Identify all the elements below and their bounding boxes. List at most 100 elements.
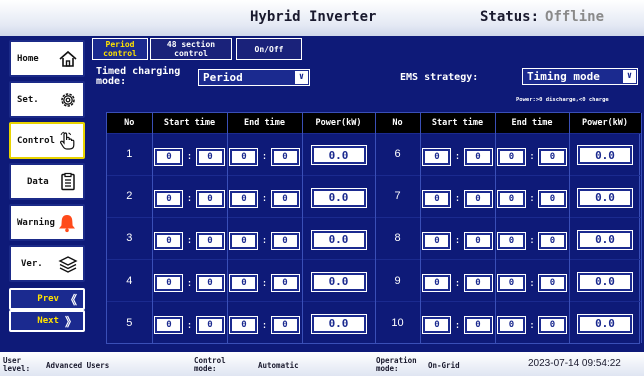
- start-minute-input[interactable]: 0: [463, 316, 493, 335]
- operation-mode-label-line2: mode:: [376, 364, 399, 373]
- power-sign-hint: Power:>0 discharge,<0 charge: [516, 97, 609, 103]
- power-input[interactable]: 0.0: [577, 187, 633, 208]
- tab-period-control[interactable]: Period control: [92, 38, 148, 60]
- table-row: 3 0:0 0:0 0.0 8 0:0 0:0 0.0: [107, 216, 642, 260]
- timed-label-line2: mode:: [96, 76, 127, 87]
- start-time-field: 0:0: [154, 231, 225, 250]
- datetime-display: 2023-07-14 09:54:22: [528, 358, 621, 369]
- next-button[interactable]: Next 》: [9, 310, 85, 332]
- end-minute-input[interactable]: 0: [270, 316, 300, 335]
- end-minute-input[interactable]: 0: [538, 147, 568, 166]
- start-hour-input[interactable]: 0: [422, 274, 452, 293]
- tab-on-off[interactable]: On/Off: [236, 38, 302, 60]
- column-header: End time: [227, 113, 303, 133]
- end-minute-input[interactable]: 0: [270, 274, 300, 293]
- end-hour-input[interactable]: 0: [229, 147, 259, 166]
- start-hour-input[interactable]: 0: [422, 147, 452, 166]
- end-time-field: 0:0: [496, 316, 568, 335]
- sidebar-item-control[interactable]: Control: [9, 122, 85, 159]
- power-cell: 0.0: [302, 259, 376, 302]
- start-hour-input[interactable]: 0: [154, 189, 184, 208]
- period-table: No Start time End time Power(kW) No Star…: [106, 112, 642, 344]
- column-header: No: [375, 113, 421, 133]
- end-minute-input[interactable]: 0: [270, 147, 300, 166]
- start-time-field: 0:0: [154, 189, 225, 208]
- start-time-cell: 0:0: [420, 132, 496, 176]
- user-level-label: User level:: [3, 357, 30, 373]
- column-header: No: [107, 113, 153, 133]
- power-input[interactable]: 0.0: [577, 271, 633, 292]
- start-minute-input[interactable]: 0: [463, 231, 493, 250]
- start-minute-input[interactable]: 0: [463, 274, 493, 293]
- sidebar-item-settings[interactable]: Set.: [9, 81, 85, 118]
- tab-48-section-control[interactable]: 48 section control: [150, 38, 232, 60]
- end-hour-input[interactable]: 0: [229, 274, 259, 293]
- start-hour-input[interactable]: 0: [422, 316, 452, 335]
- start-hour-input[interactable]: 0: [154, 231, 184, 250]
- end-minute-input[interactable]: 0: [270, 189, 300, 208]
- end-minute-input[interactable]: 0: [538, 316, 568, 335]
- start-hour-input[interactable]: 0: [422, 189, 452, 208]
- end-minute-input[interactable]: 0: [270, 231, 300, 250]
- gear-icon: [61, 92, 75, 107]
- control-mode-label-line2: mode:: [194, 364, 217, 373]
- time-colon: :: [261, 235, 268, 247]
- start-minute-input[interactable]: 0: [463, 147, 493, 166]
- sidebar-item-label: Data: [27, 176, 49, 187]
- layers-icon: [58, 255, 78, 273]
- end-time-cell: 0:0: [227, 301, 303, 343]
- start-minute-input[interactable]: 0: [463, 189, 493, 208]
- start-minute-input[interactable]: 0: [195, 316, 225, 335]
- time-colon: :: [528, 277, 536, 289]
- next-label: Next: [37, 316, 59, 326]
- end-hour-input[interactable]: 0: [496, 274, 526, 293]
- power-input[interactable]: 0.0: [310, 187, 367, 208]
- column-header: End time: [495, 113, 570, 133]
- end-time-cell: 0:0: [495, 301, 570, 343]
- sidebar-item-data[interactable]: Data: [9, 163, 85, 200]
- double-chevron-left-icon: 《: [64, 292, 77, 307]
- end-hour-input[interactable]: 0: [496, 189, 526, 208]
- sidebar-item-label: Warning: [17, 217, 55, 228]
- start-hour-input[interactable]: 0: [154, 147, 184, 166]
- end-hour-input[interactable]: 0: [229, 189, 259, 208]
- power-cell: 0.0: [569, 259, 642, 302]
- end-hour-input[interactable]: 0: [496, 231, 526, 250]
- ems-strategy-select[interactable]: Timing mode ∨: [522, 68, 638, 85]
- end-hour-input[interactable]: 0: [229, 316, 259, 335]
- power-input[interactable]: 0.0: [310, 145, 367, 166]
- timed-charging-mode-select[interactable]: Period ∨: [198, 69, 310, 86]
- start-minute-input[interactable]: 0: [195, 231, 225, 250]
- power-input[interactable]: 0.0: [577, 145, 633, 166]
- start-minute-input[interactable]: 0: [195, 147, 225, 166]
- start-time-field: 0:0: [422, 189, 493, 208]
- end-minute-input[interactable]: 0: [538, 274, 568, 293]
- start-hour-input[interactable]: 0: [154, 274, 184, 293]
- table-header-row: No Start time End time Power(kW) No Star…: [107, 113, 642, 133]
- end-hour-input[interactable]: 0: [229, 231, 259, 250]
- start-minute-input[interactable]: 0: [195, 189, 225, 208]
- table-row: 1 0:0 0:0 0.0 6 0:0 0:0 0.0: [107, 132, 642, 176]
- start-minute-input[interactable]: 0: [195, 274, 225, 293]
- power-input[interactable]: 0.0: [577, 229, 633, 250]
- power-input[interactable]: 0.0: [310, 313, 367, 334]
- prev-button[interactable]: Prev 《: [9, 288, 85, 310]
- power-input[interactable]: 0.0: [310, 271, 367, 292]
- sidebar-item-label: Home: [17, 53, 39, 64]
- start-hour-input[interactable]: 0: [422, 231, 452, 250]
- table-row: 2 0:0 0:0 0.0 7 0:0 0:0 0.0: [107, 174, 642, 218]
- power-input[interactable]: 0.0: [310, 229, 367, 250]
- end-minute-input[interactable]: 0: [538, 189, 568, 208]
- sidebar-item-warning[interactable]: Warning: [9, 204, 85, 241]
- start-hour-input[interactable]: 0: [154, 316, 184, 335]
- sidebar-item-home[interactable]: Home: [9, 40, 85, 77]
- end-hour-input[interactable]: 0: [496, 147, 526, 166]
- power-input[interactable]: 0.0: [577, 313, 633, 334]
- sidebar-item-version[interactable]: Ver.: [9, 245, 85, 282]
- time-colon: :: [454, 319, 461, 331]
- end-minute-input[interactable]: 0: [538, 231, 568, 250]
- prev-label: Prev: [37, 294, 59, 304]
- end-time-field: 0:0: [496, 189, 568, 208]
- start-time-cell: 0:0: [420, 174, 496, 218]
- end-hour-input[interactable]: 0: [496, 316, 526, 335]
